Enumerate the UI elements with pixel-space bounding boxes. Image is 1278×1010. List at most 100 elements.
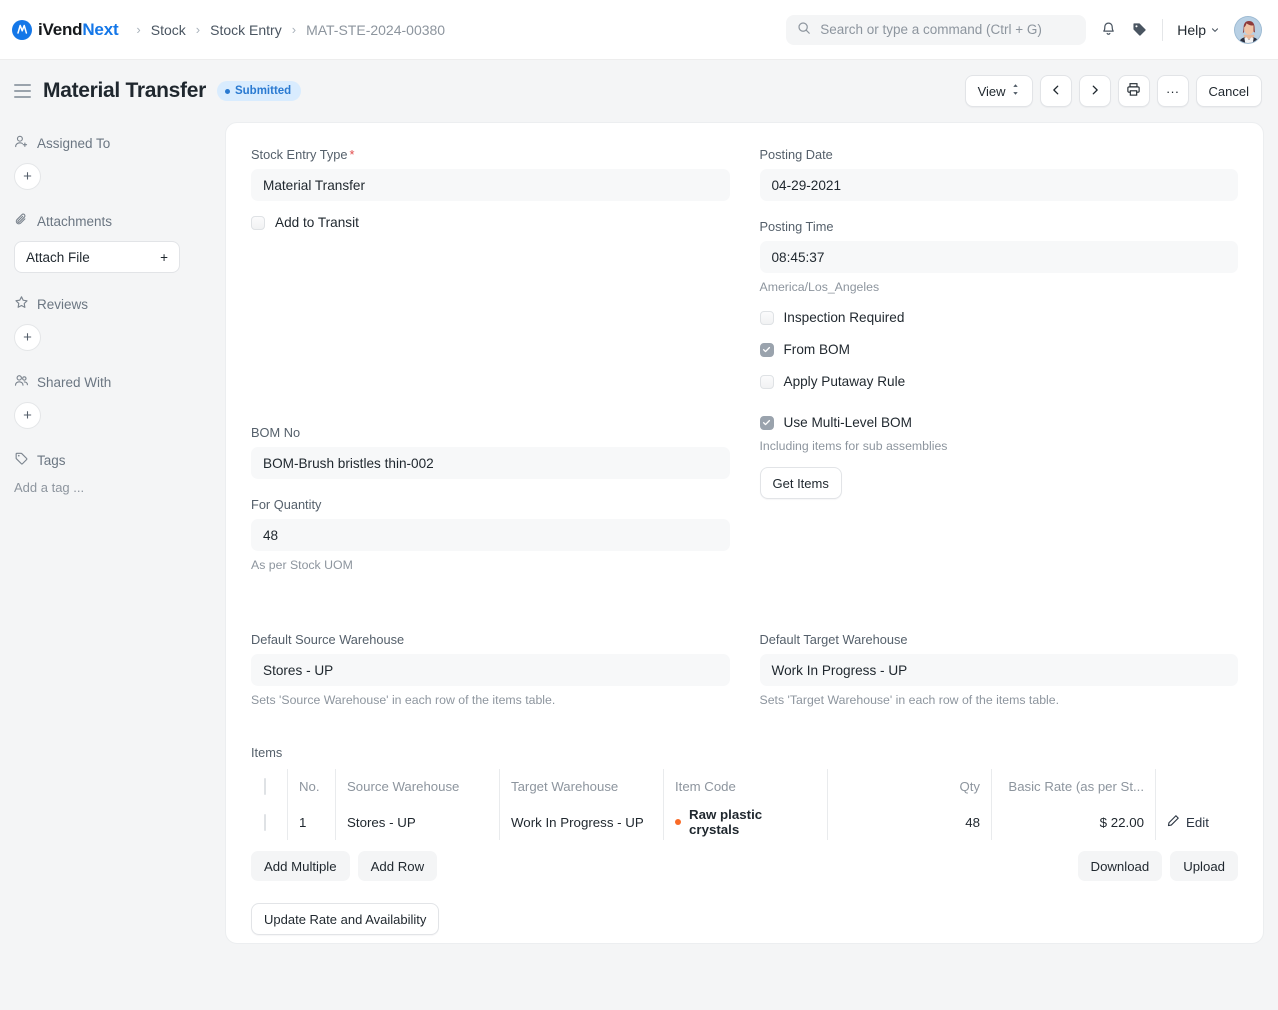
notifications-icon[interactable]	[1100, 21, 1117, 38]
ivendnext-logo-icon	[12, 19, 32, 40]
cell-basic-rate[interactable]: $ 22.00	[991, 804, 1156, 840]
search-icon	[797, 21, 811, 38]
form-top-grid: Stock Entry Type * Material Transfer Add …	[251, 147, 1238, 576]
items-table-actions-left: Add Multiple Add Row	[251, 851, 438, 881]
left-column-spacer	[251, 239, 730, 425]
table-row[interactable]: 1 Stores - UP Work In Progress - UP Raw …	[252, 804, 1238, 841]
items-section: Items No. Source Warehouse Target Wareho…	[251, 745, 1238, 935]
items-table: No. Source Warehouse Target Warehouse It…	[251, 768, 1238, 841]
row-select-cell[interactable]	[252, 804, 288, 840]
add-tag-input[interactable]: Add a tag ...	[14, 480, 209, 495]
cell-edit-action[interactable]: Edit	[1156, 805, 1238, 841]
column-header-basic-rate: Basic Rate (as per St...	[991, 769, 1156, 805]
breadcrumb-item-stock-entry[interactable]: Stock Entry	[210, 22, 282, 38]
assign-user-icon	[14, 134, 29, 152]
avatar[interactable]	[1234, 15, 1262, 44]
field-posting-date: Posting Date 04-29-2021	[759, 147, 1238, 201]
input-for-quantity[interactable]: 48	[251, 519, 730, 551]
items-table-actions: Add Multiple Add Row Download Upload	[251, 851, 1238, 881]
breadcrumb-item-stock[interactable]: Stock	[151, 22, 186, 38]
chevron-right-icon	[1089, 84, 1101, 99]
cell-source-warehouse[interactable]: Stores - UP	[335, 804, 500, 840]
sidebar-label-attachments: Attachments	[14, 212, 209, 230]
sidebar-label-shared-with: Shared With	[14, 373, 209, 391]
print-button[interactable]	[1117, 75, 1150, 107]
add-multiple-button[interactable]: Add Multiple	[251, 851, 350, 881]
download-button[interactable]: Download	[1077, 851, 1163, 881]
checkbox-add-to-transit[interactable]	[251, 215, 265, 230]
brand-text-primary: iVend	[38, 19, 83, 39]
label-apply-putaway-rule: Apply Putaway Rule	[783, 374, 906, 389]
plus-icon: +	[160, 249, 168, 265]
input-default-target-warehouse[interactable]: Work In Progress - UP	[759, 654, 1238, 686]
tag-icon[interactable]	[1131, 21, 1148, 38]
label-bom-no: BOM No	[251, 425, 301, 440]
upload-button[interactable]: Upload	[1170, 851, 1238, 881]
label-default-target-warehouse: Default Target Warehouse	[759, 632, 908, 647]
breadcrumb: › Stock › Stock Entry › MAT-STE-2024-003…	[136, 22, 445, 38]
cell-item-code[interactable]: Raw plastic crystals	[663, 804, 828, 840]
status-badge: Submitted	[216, 81, 302, 101]
sidebar: Assigned To + Attachments Attach File +	[0, 122, 225, 1010]
input-bom-no[interactable]: BOM-Brush bristles thin-002	[251, 447, 730, 479]
get-items-button[interactable]: Get Items	[759, 467, 842, 499]
add-assignment-button[interactable]: +	[14, 163, 41, 190]
input-posting-date[interactable]: 04-29-2021	[759, 169, 1238, 201]
label-add-to-transit: Add to Transit	[275, 215, 359, 230]
status-dot-icon	[224, 88, 230, 94]
attach-file-button[interactable]: Attach File +	[14, 241, 180, 273]
search-input[interactable]: Search or type a command (Ctrl + G)	[786, 14, 1087, 45]
checkbox-row-select[interactable]	[264, 813, 266, 831]
update-rate-and-availability-button[interactable]: Update Rate and Availability	[251, 903, 440, 935]
add-share-button[interactable]: +	[14, 402, 41, 429]
edit-row-button[interactable]: Edit	[1167, 814, 1226, 830]
print-icon	[1126, 82, 1141, 100]
more-options-button[interactable]: ···	[1156, 75, 1189, 107]
checkbox-row-from-bom[interactable]: From BOM	[759, 342, 1239, 357]
checkbox-select-all[interactable]	[264, 778, 266, 796]
checkbox-row-add-to-transit[interactable]: Add to Transit	[251, 215, 730, 230]
add-review-button[interactable]: +	[14, 324, 41, 351]
checkbox-use-multi-level-bom[interactable]	[759, 415, 774, 430]
help-posting-time-timezone: America/Los_Angeles	[759, 280, 880, 294]
sidebar-section-tags: Tags Add a tag ...	[14, 451, 209, 496]
navbar-divider	[1162, 18, 1164, 41]
checkbox-row-use-multi-level-bom[interactable]: Use Multi-Level BOM	[759, 415, 1239, 430]
input-stock-entry-type[interactable]: Material Transfer	[251, 169, 730, 201]
checkbox-row-apply-putaway-rule[interactable]: Apply Putaway Rule	[759, 374, 1239, 389]
checkbox-apply-putaway-rule[interactable]	[759, 374, 774, 389]
sidebar-toggle-icon[interactable]	[14, 84, 31, 98]
required-asterisk: *	[349, 147, 355, 162]
page-header-actions: View ··· Cancel	[964, 75, 1262, 107]
column-header-no: No.	[287, 769, 336, 805]
form-left-column: Stock Entry Type * Material Transfer Add …	[251, 147, 730, 576]
edit-label: Edit	[1186, 814, 1209, 830]
label-inspection-required: Inspection Required	[783, 310, 905, 325]
chevron-left-icon	[1050, 84, 1062, 99]
items-table-actions-right: Download Upload	[1077, 851, 1238, 881]
view-button[interactable]: View	[964, 75, 1033, 107]
help-menu[interactable]: Help	[1177, 22, 1220, 38]
pencil-edit-icon	[1167, 814, 1180, 830]
add-row-button[interactable]: Add Row	[357, 851, 438, 881]
field-stock-entry-type: Stock Entry Type * Material Transfer	[251, 147, 730, 201]
label-use-multi-level-bom: Use Multi-Level BOM	[783, 415, 912, 430]
previous-document-button[interactable]	[1039, 75, 1072, 107]
checkbox-row-inspection-required[interactable]: Inspection Required	[759, 310, 1239, 325]
checkbox-from-bom[interactable]	[759, 342, 774, 357]
brand-logo[interactable]: iVendNext	[12, 19, 119, 40]
cell-target-warehouse[interactable]: Work In Progress - UP	[499, 804, 664, 840]
sidebar-text: Tags	[37, 452, 66, 468]
column-header-qty: Qty	[827, 769, 992, 805]
checkbox-inspection-required[interactable]	[759, 310, 774, 325]
input-default-source-warehouse[interactable]: Stores - UP	[251, 654, 730, 686]
input-posting-time[interactable]: 08:45:37	[759, 241, 1238, 273]
select-all-cell[interactable]	[252, 769, 288, 805]
item-code-wrapper: Raw plastic crystals	[675, 807, 816, 837]
sidebar-text: Assigned To	[37, 135, 111, 151]
next-document-button[interactable]	[1078, 75, 1111, 107]
cancel-button[interactable]: Cancel	[1195, 75, 1262, 107]
column-header-item-code: Item Code	[663, 769, 828, 805]
sidebar-label-tags: Tags	[14, 451, 209, 469]
cell-qty[interactable]: 48	[827, 804, 992, 840]
